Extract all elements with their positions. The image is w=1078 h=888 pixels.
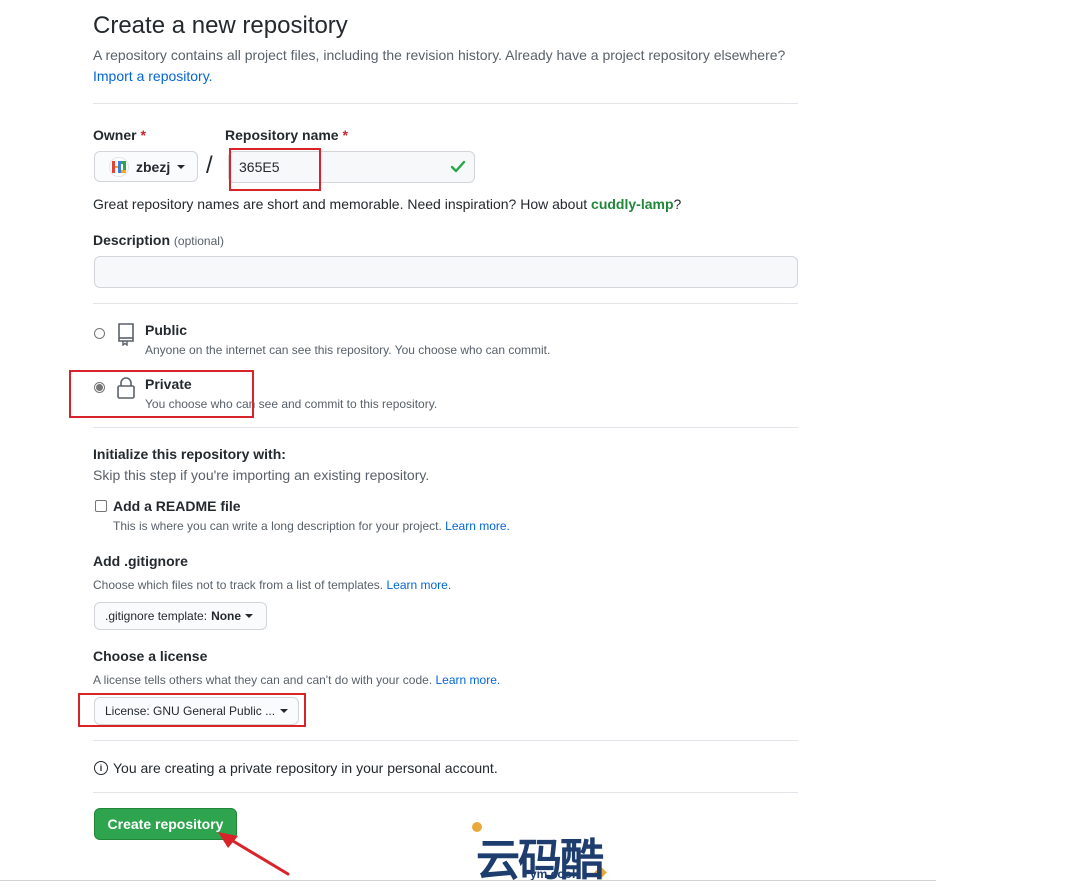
public-option-title: Public [145,322,188,338]
owner-label: Owner * [93,127,146,143]
readme-learn-more-link[interactable]: Learn more. [445,519,510,533]
repo-icon [116,322,136,351]
subtitle-text: A repository contains all project files,… [93,47,786,63]
annotation-box-private [69,370,254,418]
watermark-subtext: ym.cool [530,867,576,881]
public-radio[interactable] [94,328,105,339]
divider [93,303,798,304]
chevron-down-icon [245,614,254,618]
owner-repo-separator: / [206,152,213,179]
page-title: Create a new repository [93,12,348,39]
check-icon [450,152,466,191]
repository-name-label: Repository name * [225,127,348,143]
gitignore-heading: Add .gitignore [93,553,188,569]
readme-checkbox[interactable] [95,500,107,512]
name-suggestion-hint: Great repository names are short and mem… [93,196,682,212]
info-icon: i [94,761,108,775]
license-learn-more-link[interactable]: Learn more. [436,673,501,687]
description-input[interactable] [94,256,798,288]
gitignore-desc: Choose which files not to track from a l… [93,578,452,592]
divider [93,740,798,741]
avatar [109,156,129,177]
suggested-name[interactable]: cuddly-lamp [591,196,673,212]
annotation-box-repo-name [229,148,321,191]
owner-name: zbezj [136,158,171,175]
divider [93,792,798,793]
license-heading: Choose a license [93,648,208,664]
import-repository-link[interactable]: Import a repository. [93,68,213,84]
annotation-arrow [214,826,294,883]
init-heading: Initialize this repository with: [93,446,286,462]
annotation-box-license [78,693,306,727]
chevron-down-icon [177,164,186,169]
init-subtext: Skip this step if you're importing an ex… [93,467,430,483]
license-desc: A license tells others what they can and… [93,673,501,687]
private-notice: You are creating a private repository in… [113,760,498,776]
owner-select[interactable]: zbezj [94,151,198,182]
description-label: Description (optional) [93,232,224,248]
owner-avatar-icon [112,160,126,173]
readme-desc: This is where you can write a long descr… [113,519,510,533]
readme-label[interactable]: Add a README file [113,498,241,514]
bottom-border [0,880,936,881]
divider [93,103,798,104]
watermark-logo: 云码酷 ym.cool [468,818,612,885]
public-option-desc: Anyone on the internet can see this repo… [145,343,551,357]
divider [93,427,798,428]
page-subtitle: A repository contains all project files,… [93,45,813,87]
gitignore-learn-more-link[interactable]: Learn more. [386,578,451,592]
gitignore-select[interactable]: .gitignore template: None [94,602,267,630]
